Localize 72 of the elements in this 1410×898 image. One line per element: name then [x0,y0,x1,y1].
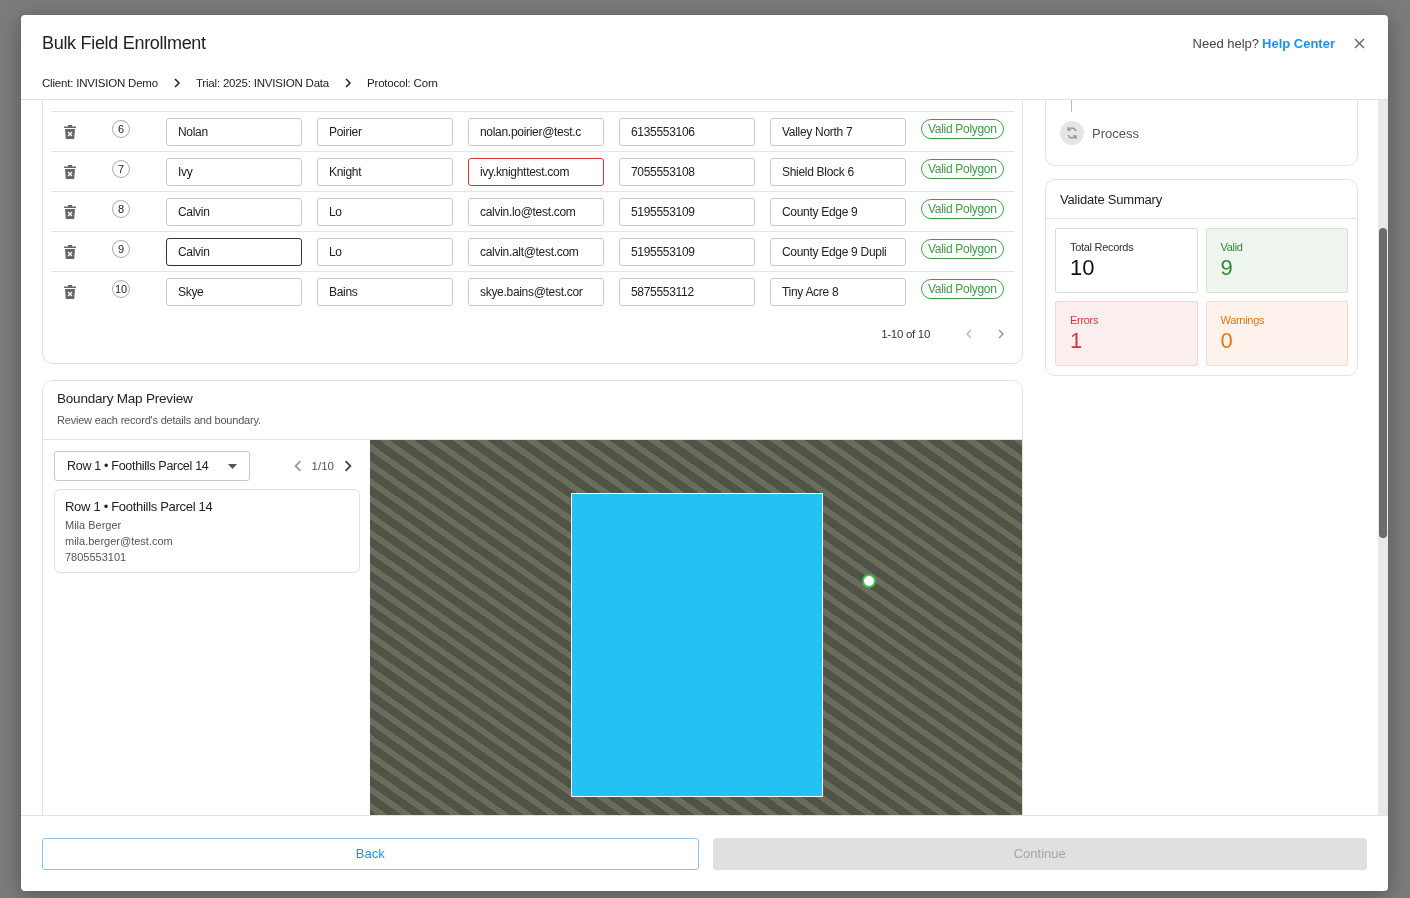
table-input-field[interactable]: 6135553106 [619,117,755,146]
stat-value: 0 [1220,328,1234,354]
table-input-field[interactable]: Ivy [166,157,302,186]
summary-title: Validate Summary [1046,180,1357,219]
next-page-button[interactable] [996,329,1006,339]
breadcrumb-item[interactable]: Trial: 2025: INVISION Data [195,77,330,89]
table-input-field[interactable]: Calvin [166,197,302,226]
delete-button[interactable] [64,244,76,259]
table-input-field[interactable]: County Edge 9 Dupli [770,237,906,266]
table-input-field[interactable]: County Edge 9 [770,197,906,226]
close-icon [1353,37,1365,49]
table-input-field[interactable]: Knight [317,157,453,186]
section-subtitle: Review each record's details and boundary. [57,414,262,426]
record-select[interactable]: Row 1 • Foothills Parcel 14 [54,451,250,481]
table-input-field[interactable]: skye.bains@test.cor [468,277,604,306]
table-input-field[interactable]: 5875553112 [619,277,755,306]
chevron-right-icon [342,460,354,472]
trash-icon [64,204,76,219]
trash-icon [64,124,76,139]
stat-value: 1 [1070,328,1084,354]
stat-value: 9 [1220,255,1234,281]
refresh-icon [1060,121,1084,145]
delete-button[interactable] [64,124,76,139]
stat-value: 10 [1070,255,1096,281]
scrollbar[interactable] [1378,100,1388,815]
table-input-field[interactable]: Tiny Acre 8 [770,277,906,306]
table-input-field[interactable]: calvin.alt@test.com [468,237,604,266]
table-input-field[interactable]: Lo [317,197,453,226]
caret-icon [228,463,237,469]
table-input-field[interactable]: Lo [317,237,453,266]
table-input-field[interactable]: nolan.poirier@test.c [468,117,604,146]
dialog-title: Bulk Field Enrollment [42,32,206,54]
delete-button[interactable] [64,204,76,219]
table-input-field[interactable]: 7055553108 [619,157,755,186]
record-phone: 7805553101 [65,551,128,563]
chevron-right-icon [996,329,1006,339]
table-input-field[interactable]: Calvin [166,237,302,266]
record-email: mila.berger@test.com [65,535,174,547]
pagination-text: 1-10 of 10 [881,328,930,340]
delete-button[interactable] [64,164,76,179]
record-title: Row 1 • Foothills Parcel 14 [65,499,214,514]
record-pager-text: 1/10 [311,460,334,472]
trash-icon [64,244,76,259]
breadcrumb-item[interactable]: Protocol: Corn [367,77,438,89]
table-input-field[interactable]: Shield Block 6 [770,157,906,186]
trash-icon [64,164,76,179]
table-input-field[interactable]: 5195553109 [619,197,755,226]
delete-button[interactable] [64,284,76,299]
table-input-field[interactable]: 5195553109 [619,237,755,266]
back-button[interactable]: Back [42,837,699,870]
breadcrumb-item[interactable]: Client: INVISION Demo [42,77,158,89]
stat-label: Valid [1220,241,1244,253]
stat-label: Total Records [1070,241,1135,253]
section-title: Boundary Map Preview [57,391,194,406]
table-input-field[interactable]: calvin.lo@test.com [468,197,604,226]
stat-label: Warnings [1220,314,1266,326]
table-input-field[interactable]: Valley North 7 [770,117,906,146]
chevron-left-icon [964,329,974,339]
help-text: Need help? Help Center [1192,35,1335,51]
chevron-right-icon [171,78,182,88]
table-input-field[interactable]: Skye [166,277,302,306]
trash-icon [64,284,76,299]
next-record-button[interactable] [342,460,354,472]
table-input-field[interactable]: Nolan [166,117,302,146]
table-input-field[interactable]: Bains [317,277,453,306]
step-label: Process [1092,125,1139,141]
chevron-right-icon [343,78,354,88]
map-marker-icon [862,574,876,588]
table-input-field[interactable]: Poirier [317,117,453,146]
stat-label: Errors [1070,314,1100,326]
table-input-field[interactable]: ivy.knighttest.com [468,157,604,186]
record-name: Mila Berger [65,519,123,531]
